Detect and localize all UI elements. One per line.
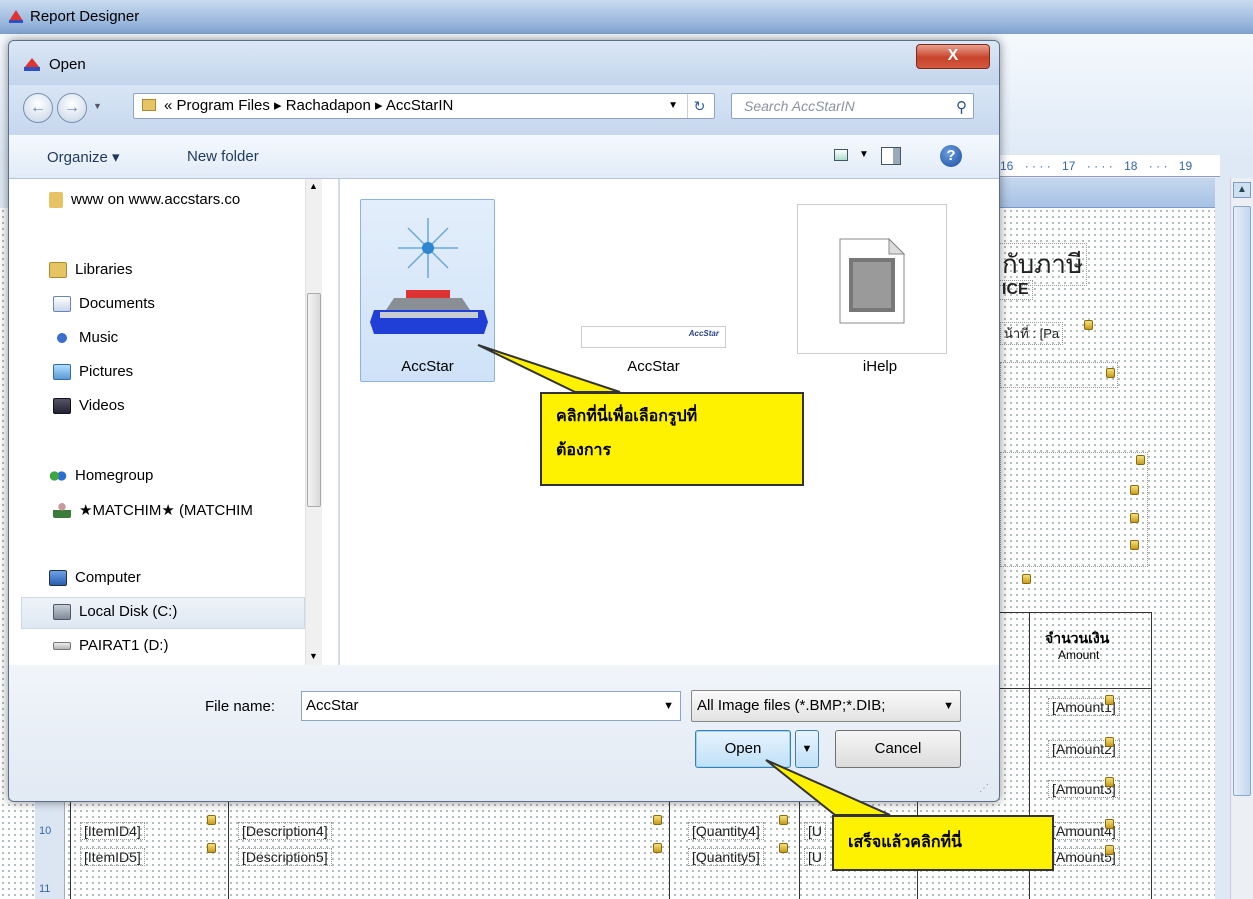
callout-done: เสร็จแล้วคลิกที่นี่ bbox=[832, 815, 1054, 871]
callout-pointer-done bbox=[765, 759, 891, 816]
callout-line: ต้องการ bbox=[556, 442, 612, 459]
callout-line: คลิกที่นี่เพื่อเลือกรูปที่ bbox=[556, 408, 698, 425]
callout-pointer-select bbox=[477, 344, 621, 393]
callout-select-image: คลิกที่นี่เพื่อเลือกรูปที่ ต้องการ bbox=[540, 392, 804, 486]
